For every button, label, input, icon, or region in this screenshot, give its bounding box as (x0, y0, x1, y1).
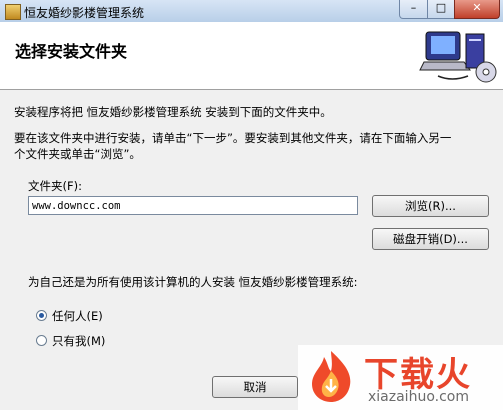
flame-logo-icon (312, 351, 351, 402)
minimize-button[interactable]: – (399, 0, 428, 19)
window-title: 恒友婚纱影楼管理系统 (24, 6, 145, 20)
browse-button[interactable]: 浏览(R)... (372, 195, 489, 217)
title-bar[interactable]: 恒友婚纱影楼管理系统 – □ ✕ (0, 0, 503, 23)
page-title: 选择安装文件夹 (15, 42, 128, 61)
radio-just-me-label[interactable]: 只有我(M) (52, 333, 105, 349)
wizard-header: 选择安装文件夹 (0, 22, 503, 90)
maximize-button[interactable]: □ (427, 0, 455, 19)
watermark-text-en: xiazaihuo.com (368, 389, 469, 405)
instruction-text-line2: 个文件夹或单击“浏览”。 (14, 147, 141, 161)
radio-just-me[interactable] (36, 335, 47, 346)
computer-install-icon (419, 31, 497, 83)
disk-cost-button[interactable]: 磁盘开销(D)... (372, 228, 489, 250)
cancel-button[interactable]: 取消 (212, 376, 298, 398)
folder-input[interactable]: www.downcc.com (28, 196, 358, 215)
folder-label: 文件夹(F): (28, 179, 82, 193)
installer-window: 恒友婚纱影楼管理系统 – □ ✕ 选择安装文件夹 安装程序将把 恒友婚纱影楼管理… (0, 0, 503, 410)
radio-everyone-label[interactable]: 任何人(E) (52, 308, 103, 324)
instruction-text-line1: 要在该文件夹中进行安装，请单击“下一步”。要安装到其他文件夹，请在下面输入另一 (14, 131, 452, 145)
radio-everyone[interactable] (36, 310, 47, 321)
app-icon (5, 4, 21, 20)
install-scope-question: 为自己还是为所有使用该计算机的人安装 恒友婚纱影楼管理系统: (28, 275, 358, 289)
close-button[interactable]: ✕ (454, 0, 500, 19)
watermark-logo: 下载火 xiazaihuo.com (298, 345, 503, 410)
intro-text: 安装程序将把 恒友婚纱影楼管理系统 安装到下面的文件夹中。 (14, 105, 332, 119)
